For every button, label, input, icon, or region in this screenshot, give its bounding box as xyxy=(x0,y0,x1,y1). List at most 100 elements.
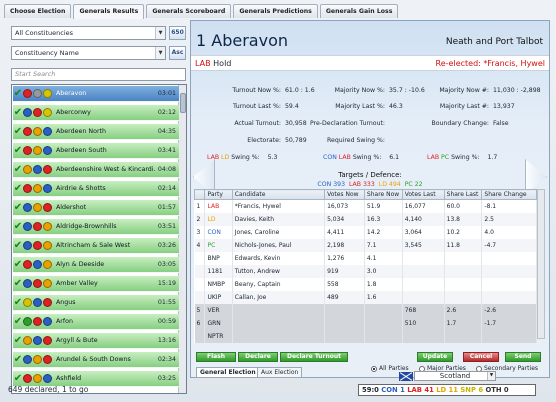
app-window: Choose Election Generals Results General… xyxy=(0,0,556,402)
table-row[interactable]: 5 VER 768 2.6 -2.6 xyxy=(194,303,537,317)
constituency-title: 1 Aberavon xyxy=(196,31,288,50)
table-row[interactable]: NPTR xyxy=(194,329,537,343)
table-row[interactable]: BNP Edwards, Kevin 1,276 4.1 xyxy=(194,251,537,265)
tab-choose-election[interactable]: Choose Election xyxy=(4,4,72,18)
region-select[interactable]: Scotland ▼ xyxy=(414,371,496,381)
list-item-selected[interactable]: ✔ Aberavon 03:01 xyxy=(13,86,179,102)
target-pc: PC 22 xyxy=(404,181,423,188)
table-scrollbar[interactable] xyxy=(537,189,545,339)
list-item[interactable]: ✔ Arfon 00:59 xyxy=(13,314,179,330)
declaration-time: 02:34 xyxy=(157,356,176,363)
tab-generals-scoreboard[interactable]: Generals Scoreboard xyxy=(146,4,232,18)
scoreline: 59:0 CON 1 LAB 41 LD 11 SNP 6 OTH 0 xyxy=(358,384,536,396)
list-item[interactable]: ✔ Altrincham & Sale West 03:26 xyxy=(13,238,179,254)
column-header[interactable]: Share Now xyxy=(363,189,403,200)
hold-party: LAB xyxy=(195,59,211,68)
column-header[interactable]: Share Change xyxy=(481,189,537,200)
table-cell: Callan, Joe xyxy=(232,290,326,304)
party-ball-icon xyxy=(23,279,32,288)
list-item[interactable]: ✔ Airdrie & Shotts 02:14 xyxy=(13,181,179,197)
table-row[interactable]: 2 LD Davies, Keith 5,034 16.3 4,140 13.8 2.5 xyxy=(194,212,537,226)
column-header[interactable]: Candidate xyxy=(231,189,326,200)
tab-generals-results[interactable]: Generals Results xyxy=(73,4,145,19)
table-cell: 13.8 xyxy=(444,212,483,226)
table-cell: 51.9 xyxy=(364,199,403,213)
send-button[interactable]: Send xyxy=(505,352,541,362)
list-item[interactable]: ✔ Aberdeen North 04:35 xyxy=(13,124,179,140)
declare-turnout-button[interactable]: Declare Turnout xyxy=(280,352,348,362)
table-cell: 2.6 xyxy=(444,303,483,317)
party-ball-icon xyxy=(23,260,32,269)
list-item[interactable]: ✔ Aldridge-Brownhills 03:51 xyxy=(13,219,179,235)
update-button[interactable]: Update xyxy=(417,352,453,362)
list-scrollbar[interactable] xyxy=(178,85,186,393)
top-tabs: Choose Election Generals Results General… xyxy=(4,4,400,19)
list-item[interactable]: ✔ Arundel & South Downs 02:34 xyxy=(13,352,179,368)
column-header[interactable] xyxy=(193,189,206,200)
constituency-count: 650 xyxy=(169,26,186,40)
table-cell xyxy=(194,264,206,278)
list-item[interactable]: ✔ Aberconwy 02:12 xyxy=(13,105,179,121)
table-cell: LAB xyxy=(204,199,233,213)
region-name: Neath and Port Talbot xyxy=(445,37,543,47)
scroll-thumb[interactable] xyxy=(180,93,186,113)
left-panel: All Constituencies ▼ 650 Constituency Na… xyxy=(8,20,187,394)
table-cell xyxy=(481,251,537,265)
list-item[interactable]: ✔ Aberdeen South 03:41 xyxy=(13,143,179,159)
list-item[interactable]: ✔ Angus 01:55 xyxy=(13,295,179,311)
table-row[interactable]: 1181 Tutton, Andrew 919 3.0 xyxy=(194,264,537,278)
table-cell xyxy=(481,277,537,291)
radio-all-parties[interactable]: All Parties xyxy=(371,365,409,372)
party-ball-icon xyxy=(33,222,42,231)
score-oth: OTH 0 xyxy=(485,386,509,394)
sort-order-button[interactable]: Asc xyxy=(169,46,186,60)
list-item[interactable]: ✔ Aberdeenshire West & Kincardi... 04:08 xyxy=(13,162,179,178)
column-header[interactable]: Party xyxy=(204,189,233,200)
list-item[interactable]: ✔ Aldershot 01:57 xyxy=(13,200,179,216)
table-cell xyxy=(402,290,445,304)
constituency-filter-select[interactable]: All Constituencies ▼ xyxy=(11,26,166,40)
tab-generals-predictions[interactable]: Generals Predictions xyxy=(233,4,318,18)
swing-party-a: CON xyxy=(323,154,337,161)
target-lab: LAB 333 xyxy=(348,181,375,188)
table-row[interactable]: UKIP Callan, Joe 489 1.6 xyxy=(194,290,537,304)
table-row[interactable]: NMBP Beany, Captain 558 1.8 xyxy=(194,277,537,291)
party-ball-icon xyxy=(33,260,42,269)
table-cell: 4 xyxy=(194,238,206,252)
declare-button[interactable]: Declare xyxy=(238,352,278,362)
tab-general-election[interactable]: General Election xyxy=(196,367,260,378)
flash-button[interactable]: Flash xyxy=(196,352,236,362)
table-cell xyxy=(481,329,537,343)
sort-field-select[interactable]: Constituency Name ▼ xyxy=(11,46,166,60)
tab-aux-election[interactable]: Aux Election xyxy=(257,367,303,378)
list-item[interactable]: ✔ Alyn & Deeside 03:05 xyxy=(13,257,179,273)
cancel-button[interactable]: Cancel xyxy=(463,352,499,362)
table-row[interactable]: 4 PC Nichols-Jones, Paul 2,198 7.1 3,545 11.8-… xyxy=(194,238,537,252)
table-row[interactable]: 3 CON Jones, Caroline 4,411 14.2 3,064 10.2 4.0 xyxy=(194,225,537,239)
constituency-name: Ashfield xyxy=(56,375,82,382)
check-icon: ✔ xyxy=(13,372,23,384)
party-ball-icon xyxy=(33,89,42,98)
table-cell xyxy=(402,264,445,278)
list-item[interactable]: ✔ Argyll & Bute 13:16 xyxy=(13,333,179,349)
search-input[interactable]: Start Search xyxy=(11,68,186,81)
table-row[interactable]: 1 LAB *Francis, Hywel 16,073 51.9 16,077 60.0-… xyxy=(194,199,537,213)
stat-value: 46.3 xyxy=(389,103,403,110)
table-cell: Tutton, Andrew xyxy=(232,264,326,278)
party-ball-icon xyxy=(23,355,32,364)
check-icon: ✔ xyxy=(13,182,23,194)
column-header[interactable]: Votes Now xyxy=(324,189,365,200)
list-item[interactable]: ✔ Amber Valley 15:19 xyxy=(13,276,179,292)
party-ball-icon xyxy=(23,108,32,117)
table-row[interactable]: 6 GRN 510 1.7 -1.7 xyxy=(194,316,537,330)
table-cell: 6 xyxy=(194,316,206,330)
table-cell: -8.1 xyxy=(481,199,537,213)
party-ball-icon xyxy=(23,165,32,174)
tab-generals-gain-loss[interactable]: Generals Gain Loss xyxy=(319,4,399,18)
table-cell: 2,198 xyxy=(324,238,365,252)
column-header[interactable]: Votes Last xyxy=(401,189,445,200)
column-header[interactable]: Share Last xyxy=(443,189,483,200)
stat-label: Actual Turnout: xyxy=(234,120,281,127)
target-con: CON 393 xyxy=(317,181,346,188)
result-bar: LAB Hold Re-elected: *Francis, Hywel xyxy=(191,55,549,71)
